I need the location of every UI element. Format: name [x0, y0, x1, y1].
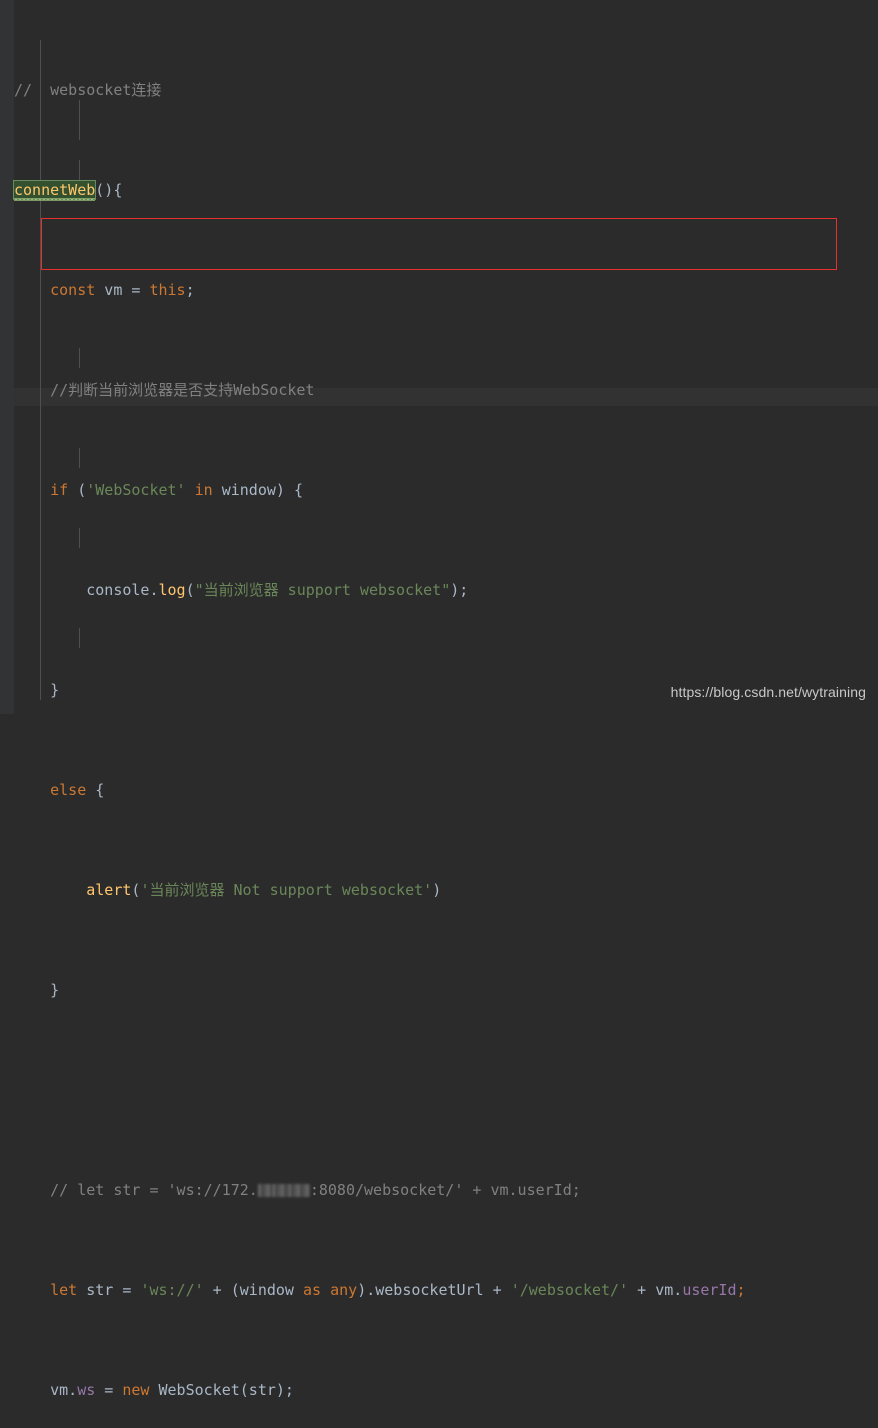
punctuation-token: } — [50, 681, 60, 699]
keyword-token: any — [330, 1281, 358, 1299]
punctuation-token: ( — [68, 481, 87, 499]
redacted-ip-block-icon — [287, 1184, 310, 1197]
comment-token: //判断当前浏览器是否支持WebSocket — [50, 381, 315, 399]
keyword-token: new — [122, 1381, 150, 1399]
punctuation-token: ) — [432, 881, 442, 899]
code-line[interactable]: } — [14, 980, 878, 1000]
variable-token: window — [221, 481, 276, 499]
punctuation-token: } — [50, 981, 60, 999]
property-token: ).websocketUrl + — [357, 1281, 511, 1299]
keyword-token: let — [50, 1281, 78, 1299]
code-line[interactable]: console.log("当前浏览器 support websocket"); — [14, 580, 878, 600]
editor-gutter — [0, 0, 14, 714]
code-line[interactable]: else { — [14, 780, 878, 800]
string-token: "当前浏览器 support websocket" — [194, 581, 451, 599]
variable-token: vm = — [95, 281, 150, 299]
operator-token: + vm. — [628, 1281, 683, 1299]
punctuation-token: ) { — [275, 481, 303, 499]
punctuation-token: ; — [736, 1281, 746, 1299]
keyword-token: this — [149, 281, 186, 299]
code-line[interactable]: // websocket连接 — [14, 80, 878, 100]
operator-token: = — [95, 1381, 123, 1399]
function-token: alert — [86, 881, 132, 899]
string-token: 'ws://' — [140, 1281, 204, 1299]
keyword-token: else — [50, 781, 87, 799]
keyword-token: as — [293, 1281, 331, 1299]
method-token: log — [158, 581, 186, 599]
punctuation-token: { — [86, 781, 105, 799]
squiggly-underline-icon — [14, 198, 96, 201]
object-token: vm. — [50, 1381, 78, 1399]
punctuation-token: (){ — [95, 181, 123, 199]
string-token: 'WebSocket' — [86, 481, 186, 499]
code-line[interactable]: //判断当前浏览器是否支持WebSocket — [14, 380, 878, 400]
redacted-ip-block-icon — [271, 1184, 288, 1197]
code-line[interactable]: // let str = 'ws://172. :8080/websocket/'… — [14, 1180, 878, 1200]
keyword-token: const — [50, 281, 96, 299]
selected-identifier[interactable]: connetWeb — [12, 180, 97, 201]
comment-token: :8080/websocket/' + vm.userId; — [309, 1181, 581, 1199]
code-editor[interactable]: // websocket连接 connetWeb(){ const vm = t… — [0, 0, 878, 1399]
keyword-token: if — [50, 481, 69, 499]
punctuation-token: ( — [185, 581, 195, 599]
code-line[interactable]: if ('WebSocket' in window) { — [14, 480, 878, 500]
code-content[interactable]: // websocket连接 connetWeb(){ const vm = t… — [12, 0, 878, 1428]
object-token: console. — [86, 581, 159, 599]
redacted-ip-block-icon — [257, 1184, 272, 1197]
field-token: ws — [77, 1381, 96, 1399]
variable-token: str = — [77, 1281, 141, 1299]
code-line[interactable]: connetWeb(){ — [12, 180, 878, 201]
code-line[interactable]: const vm = this; — [14, 280, 878, 300]
string-token: '/websocket/' — [510, 1281, 629, 1299]
operator-token: + ( — [203, 1281, 240, 1299]
comment-token: // websocket连接 — [14, 81, 162, 99]
constructor-token: WebSocket(str); — [149, 1381, 294, 1399]
code-line[interactable]: let str = 'ws://' + (window as any).webs… — [14, 1280, 878, 1300]
selected-identifier-text: connetWeb — [14, 181, 96, 199]
string-token: '当前浏览器 Not support websocket' — [140, 881, 433, 899]
code-line-blank[interactable] — [14, 1080, 878, 1100]
punctuation-token: ); — [450, 581, 469, 599]
keyword-token: in — [185, 481, 222, 499]
code-line[interactable]: alert('当前浏览器 Not support websocket') — [14, 880, 878, 900]
punctuation-token: ( — [131, 881, 141, 899]
field-token: userId — [682, 1281, 737, 1299]
code-line[interactable]: vm.ws = new WebSocket(str); — [14, 1380, 878, 1400]
blog-watermark: https://blog.csdn.net/wytraining — [670, 684, 866, 700]
comment-token: // let str = 'ws://172. — [50, 1181, 258, 1199]
variable-token: window — [239, 1281, 294, 1299]
punctuation-token: ; — [185, 281, 195, 299]
